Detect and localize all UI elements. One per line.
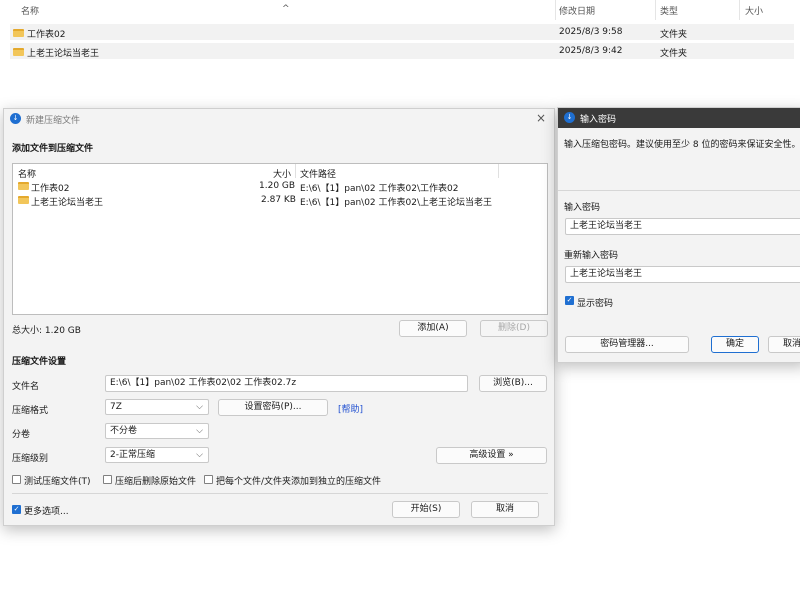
file-name: 工作表02 [31, 184, 70, 194]
browse-button[interactable]: 浏览(B)... [479, 375, 547, 392]
confirm-password-field[interactable]: 上老王论坛当老王 [565, 266, 800, 283]
explorer-row[interactable]: 上老王论坛当老王 2025/8/3 9:42 文件夹 [10, 43, 794, 59]
file-list-col-name[interactable]: 名称 [18, 167, 36, 180]
level-select[interactable]: 2-正常压缩 ⌵ [105, 447, 209, 463]
password-dialog-titlebar[interactable]: ↓ 输入密码 [558, 108, 800, 128]
ok-button[interactable]: 确定 [711, 336, 759, 353]
row-type: 文件夹 [660, 49, 688, 59]
chevron-down-icon: ⌵ [196, 450, 203, 460]
confirm-password-label: 重新输入密码 [564, 251, 619, 261]
password-dialog-title: 输入密码 [580, 115, 617, 125]
file-name: 上老王论坛当老王 [31, 198, 104, 208]
sort-arrow-icon: ^ [282, 4, 290, 14]
filename-field[interactable]: E:\6\【1】pan\02 工作表02\02 工作表02.7z [105, 375, 468, 392]
show-password-label[interactable]: 显示密码 [577, 296, 613, 309]
divider [558, 190, 800, 191]
dialog-titlebar[interactable]: ↓ 新建压缩文件 × [4, 109, 554, 129]
folder-icon [18, 195, 29, 205]
chevron-down-icon: ⌵ [196, 402, 203, 412]
advanced-settings-button[interactable]: 高级设置 » [436, 447, 547, 464]
help-link[interactable]: [帮助] [338, 402, 363, 415]
level-label: 压缩级别 [12, 454, 49, 464]
add-button[interactable]: 添加(A) [399, 320, 467, 337]
folder-icon [18, 181, 29, 191]
explorer-row[interactable]: 工作表02 2025/8/3 9:58 文件夹 [10, 24, 794, 40]
split-select-value: 不分卷 [110, 426, 138, 436]
column-header-modified[interactable]: 修改日期 [559, 4, 595, 17]
delete-button[interactable]: 删除(D) [480, 320, 548, 337]
app-icon: ↓ [10, 113, 21, 124]
format-select-value: 7Z [110, 402, 122, 412]
password-manager-button[interactable]: 密码管理器... [565, 336, 689, 353]
row-type: 文件夹 [660, 30, 688, 40]
total-size: 总大小: 1.20 GB [12, 326, 81, 336]
close-icon[interactable]: × [536, 111, 546, 125]
test-archive-checkbox[interactable] [12, 475, 21, 484]
more-options-checkbox[interactable]: ✓ [12, 505, 21, 514]
folder-icon [13, 28, 24, 38]
column-header-type[interactable]: 类型 [660, 4, 678, 17]
column-header-name[interactable]: 名称 [21, 4, 39, 17]
row-name: 上老王论坛当老王 [27, 49, 100, 59]
password-description: 输入压缩包密码。建议使用至少 8 位的密码来保证安全性。 [564, 140, 800, 150]
dialog-title: 新建压缩文件 [26, 116, 81, 126]
set-password-button[interactable]: 设置密码(P)... [218, 399, 328, 416]
split-select[interactable]: 不分卷 ⌵ [105, 423, 209, 439]
show-password-checkbox[interactable]: ✓ [565, 296, 574, 305]
split-label: 分卷 [12, 430, 31, 440]
file-list-col-size[interactable]: 大小 [273, 167, 291, 180]
add-files-section-title: 添加文件到压缩文件 [12, 144, 94, 154]
password-field[interactable]: 上老王论坛当老王 [565, 218, 800, 235]
column-header-size[interactable]: 大小 [745, 4, 763, 17]
level-select-value: 2-正常压缩 [110, 450, 155, 460]
password-dialog: ↓ 输入密码 输入压缩包密码。建议使用至少 8 位的密码来保证安全性。 输入密码… [557, 107, 800, 363]
file-list-col-path[interactable]: 文件路径 [300, 167, 336, 180]
chevron-down-icon: ⌵ [196, 426, 203, 436]
separate-archives-checkbox[interactable] [204, 475, 213, 484]
test-archive-label[interactable]: 测试压缩文件(T) [24, 474, 91, 487]
explorer-header: ^ 名称 修改日期 类型 大小 [0, 0, 800, 20]
file-size: 2.87 KB [261, 195, 296, 205]
divider [12, 493, 548, 494]
new-archive-dialog: ↓ 新建压缩文件 × 添加文件到压缩文件 名称 大小 文件路径 工作表02 1.… [3, 108, 555, 526]
file-size: 1.20 GB [259, 181, 296, 191]
format-select[interactable]: 7Z ⌵ [105, 399, 209, 415]
app-icon: ↓ [564, 112, 575, 123]
row-name: 工作表02 [27, 30, 66, 40]
archive-settings-section-title: 压缩文件设置 [12, 357, 67, 367]
more-options-label[interactable]: 更多选项... [24, 504, 69, 517]
format-label: 压缩格式 [12, 406, 49, 416]
password-label: 输入密码 [564, 203, 601, 213]
delete-source-label[interactable]: 压缩后删除原始文件 [115, 474, 196, 487]
folder-icon [13, 47, 24, 57]
file-path: E:\6\【1】pan\02 工作表02\上老王论坛当老王 [300, 198, 492, 208]
cancel-button[interactable]: 取消 [471, 501, 539, 518]
row-modified: 2025/8/3 9:58 [559, 27, 623, 37]
row-modified: 2025/8/3 9:42 [559, 46, 623, 56]
start-button[interactable]: 开始(S) [392, 501, 460, 518]
password-cancel-button[interactable]: 取消 [768, 336, 800, 353]
delete-source-checkbox[interactable] [103, 475, 112, 484]
separate-archives-label[interactable]: 把每个文件/文件夹添加到独立的压缩文件 [216, 474, 381, 487]
filename-label: 文件名 [12, 382, 40, 392]
file-path: E:\6\【1】pan\02 工作表02\工作表02 [300, 184, 459, 194]
file-list[interactable]: 名称 大小 文件路径 工作表02 1.20 GB E:\6\【1】pan\02 … [12, 163, 548, 315]
